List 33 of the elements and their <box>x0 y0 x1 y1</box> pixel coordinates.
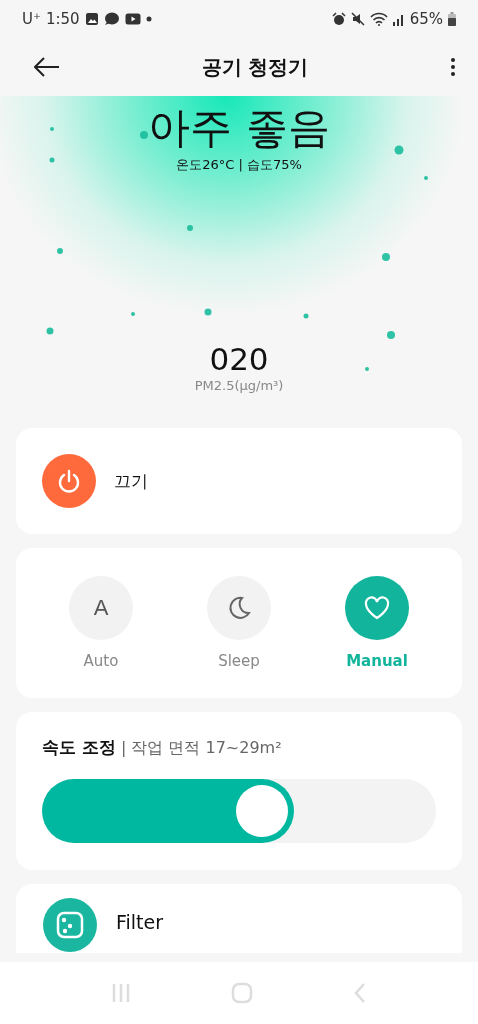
mute-icon <box>350 12 365 26</box>
filter-icon <box>42 897 98 953</box>
chat-bubble-icon <box>103 12 120 26</box>
heart-icon <box>363 595 391 621</box>
filter-title: Filter <box>116 911 165 933</box>
mode-label: Sleep <box>218 652 260 670</box>
air-quality-grade: 아주 좋음 <box>148 102 330 154</box>
home-icon[interactable] <box>231 982 253 1004</box>
pm-unit: PM2.5(μg/m³) <box>194 378 284 393</box>
mode-button[interactable]: A <box>69 576 133 640</box>
temperature-humidity: 온도26°C | 습도75% <box>176 156 302 174</box>
page-title: 공기 청정기 <box>201 53 309 81</box>
work-area-label: 작업 면적 17~29m² <box>131 738 282 759</box>
mode-label: Manual <box>346 652 408 670</box>
gallery-icon <box>84 12 99 26</box>
mode-label: Auto <box>83 652 119 670</box>
filter-card[interactable]: Filter <box>16 884 462 953</box>
signal-icon <box>392 12 405 26</box>
dot-icon <box>145 16 152 22</box>
battery-icon <box>448 12 456 26</box>
power-button[interactable] <box>42 454 96 508</box>
pm-value: 020 <box>209 340 269 378</box>
more-options-icon <box>450 57 456 77</box>
wifi-icon <box>369 12 388 26</box>
moon-icon <box>226 595 252 621</box>
play-icon <box>124 13 141 25</box>
speed-title: 속도 조정 <box>42 736 116 759</box>
carrier-label: U⁺ <box>22 10 41 28</box>
separator: | <box>120 738 127 757</box>
battery-percent: 65% <box>409 10 443 28</box>
power-label: 끄기 <box>114 469 148 493</box>
clock: 1:50 <box>45 10 80 28</box>
alarm-icon <box>331 12 346 26</box>
